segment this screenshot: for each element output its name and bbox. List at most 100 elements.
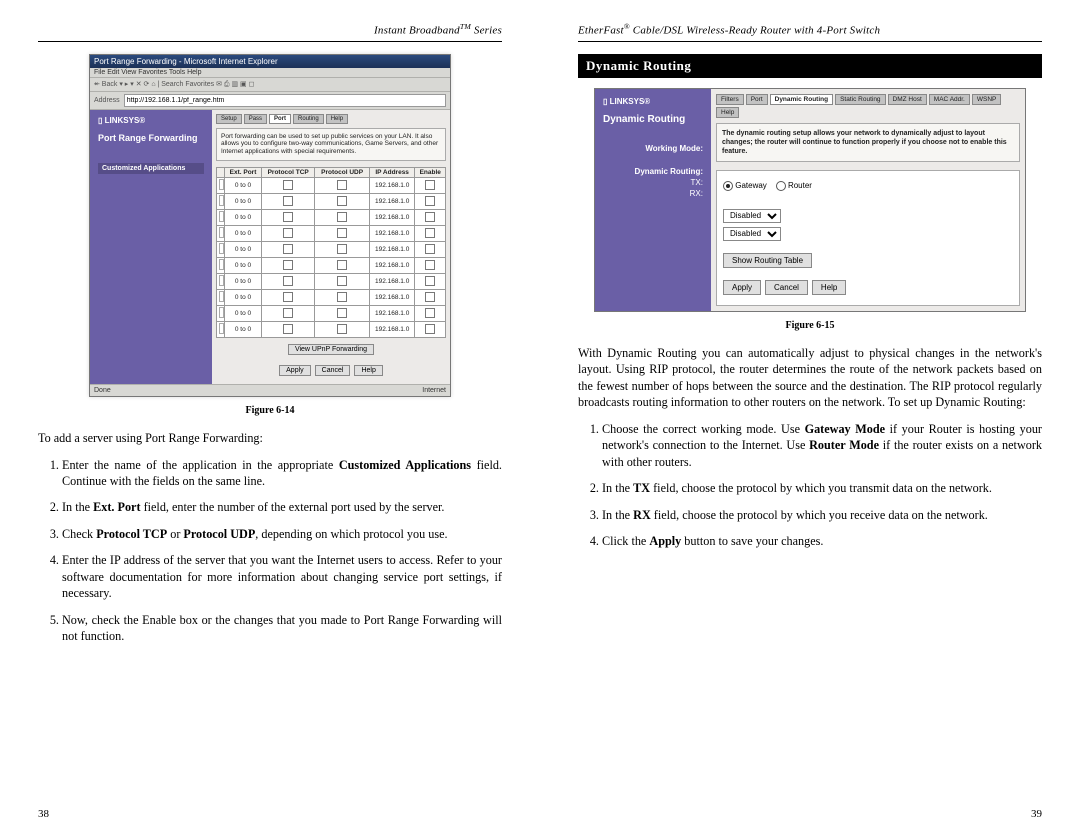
sidebar-stripe: Customized Applications: [98, 163, 204, 174]
tab-filters[interactable]: Filters: [716, 94, 744, 105]
series-heading: Instant BroadbandTM Series: [38, 22, 502, 37]
page-right: EtherFast® Cable/DSL Wireless-Ready Rout…: [540, 0, 1080, 834]
step-item: Choose the correct working mode. Use Gat…: [602, 421, 1042, 470]
column-header: IP Address: [369, 168, 415, 178]
udp-checkbox[interactable]: [337, 212, 347, 222]
router-main: SetupPassPortRoutingHelp Port forwarding…: [212, 110, 450, 384]
right-body: With Dynamic Routing you can automatical…: [578, 345, 1042, 411]
router-sidebar: ▯ LINKSYS® Port Range Forwarding Customi…: [90, 110, 212, 384]
rx-select[interactable]: Disabled: [723, 227, 781, 241]
tcp-checkbox[interactable]: [283, 308, 293, 318]
tx-select[interactable]: Disabled: [723, 209, 781, 223]
tab-port[interactable]: Port: [746, 94, 768, 105]
udp-checkbox[interactable]: [337, 196, 347, 206]
table-row: 0 to 0192.168.1.0: [217, 242, 446, 258]
tab-port[interactable]: Port: [269, 114, 291, 124]
rx-row: Disabled: [723, 227, 1013, 241]
view-upnp-button[interactable]: View UPnP Forwarding: [288, 344, 374, 355]
address-input[interactable]: [124, 94, 446, 107]
column-header: Enable: [415, 168, 446, 178]
udp-checkbox[interactable]: [337, 180, 347, 190]
figure-6-14-caption: Figure 6-14: [38, 405, 502, 416]
udp-checkbox[interactable]: [337, 324, 347, 334]
tab-setup[interactable]: Setup: [216, 114, 242, 124]
router-radio[interactable]: [776, 181, 786, 191]
app-name-input[interactable]: [219, 179, 224, 190]
tab-mac-addr-[interactable]: MAC Addr.: [929, 94, 970, 105]
apply-button[interactable]: Apply: [279, 365, 311, 376]
udp-checkbox[interactable]: [337, 260, 347, 270]
enable-checkbox[interactable]: [425, 324, 435, 334]
help-button[interactable]: Help: [812, 280, 846, 295]
table-row: 0 to 0192.168.1.0: [217, 290, 446, 306]
column-header: Protocol TCP: [261, 168, 315, 178]
gateway-radio[interactable]: [723, 181, 733, 191]
tcp-checkbox[interactable]: [283, 260, 293, 270]
app-name-input[interactable]: [219, 307, 224, 318]
show-routing-row: Show Routing Table: [723, 253, 1013, 268]
tab-dynamic-routing[interactable]: Dynamic Routing: [770, 94, 833, 105]
app-name-input[interactable]: [219, 259, 224, 270]
udp-checkbox[interactable]: [337, 228, 347, 238]
tab-wsnp[interactable]: WSNP: [972, 94, 1002, 105]
tx-label: TX:: [603, 178, 703, 187]
fig15-buttons: Apply Cancel Help: [723, 280, 1013, 295]
enable-checkbox[interactable]: [425, 196, 435, 206]
enable-checkbox[interactable]: [425, 308, 435, 318]
left-intro: To add a server using Port Range Forward…: [38, 430, 502, 446]
app-name-input[interactable]: [219, 275, 224, 286]
udp-checkbox[interactable]: [337, 292, 347, 302]
tab-help[interactable]: Help: [716, 107, 739, 118]
step-item: Enter the IP address of the server that …: [62, 552, 502, 601]
step-item: Check Protocol TCP or Protocol UDP, depe…: [62, 526, 502, 542]
browser-toolbar: ↞ Back ▾ ▸ ▾ ✕ ⟳ ⌂ | Search Favorites ✉ …: [90, 78, 450, 92]
tcp-checkbox[interactable]: [283, 180, 293, 190]
table-row: 0 to 0192.168.1.0: [217, 258, 446, 274]
cancel-button[interactable]: Cancel: [765, 280, 808, 295]
tcp-checkbox[interactable]: [283, 196, 293, 206]
tcp-checkbox[interactable]: [283, 292, 293, 302]
step-item: In the TX field, choose the protocol by …: [602, 480, 1042, 496]
tab-static-routing[interactable]: Static Routing: [835, 94, 885, 105]
show-routing-button[interactable]: Show Routing Table: [723, 253, 812, 268]
app-name-input[interactable]: [219, 211, 224, 222]
figure-6-14: Port Range Forwarding - Microsoft Intern…: [89, 54, 451, 397]
udp-checkbox[interactable]: [337, 276, 347, 286]
fig14-tabs: SetupPassPortRoutingHelp: [216, 114, 446, 124]
tcp-checkbox[interactable]: [283, 212, 293, 222]
app-name-input[interactable]: [219, 323, 224, 334]
udp-checkbox[interactable]: [337, 244, 347, 254]
address-label: Address: [94, 97, 120, 104]
tab-pass[interactable]: Pass: [244, 114, 267, 124]
enable-checkbox[interactable]: [425, 228, 435, 238]
enable-checkbox[interactable]: [425, 212, 435, 222]
brand-logo: ▯ LINKSYS®: [98, 116, 204, 125]
help-button[interactable]: Help: [354, 365, 382, 376]
apply-button[interactable]: Apply: [723, 280, 761, 295]
tab-routing[interactable]: Routing: [293, 114, 324, 124]
enable-checkbox[interactable]: [425, 276, 435, 286]
app-name-input[interactable]: [219, 291, 224, 302]
app-name-input[interactable]: [219, 195, 224, 206]
tcp-checkbox[interactable]: [283, 228, 293, 238]
table-row: 0 to 0192.168.1.0: [217, 194, 446, 210]
app-name-input[interactable]: [219, 227, 224, 238]
udp-checkbox[interactable]: [337, 308, 347, 318]
tab-help[interactable]: Help: [326, 114, 348, 124]
fig14-buttons: Apply CancelHelp: [216, 359, 446, 380]
left-steps: Enter the name of the application in the…: [38, 457, 502, 655]
tcp-checkbox[interactable]: [283, 276, 293, 286]
step-item: In the Ext. Port field, enter the number…: [62, 499, 502, 515]
fig15-tabs: FiltersPortDynamic RoutingStatic Routing…: [716, 94, 1020, 118]
enable-checkbox[interactable]: [425, 292, 435, 302]
enable-checkbox[interactable]: [425, 260, 435, 270]
tcp-checkbox[interactable]: [283, 324, 293, 334]
fig15-sidebar: ▯ LINKSYS® Dynamic Routing Working Mode:…: [595, 89, 711, 311]
enable-checkbox[interactable]: [425, 244, 435, 254]
fig14-description: Port forwarding can be used to set up pu…: [216, 128, 446, 161]
tab-dmz-host[interactable]: DMZ Host: [888, 94, 927, 105]
cancel-button[interactable]: Cancel: [315, 365, 351, 376]
tcp-checkbox[interactable]: [283, 244, 293, 254]
enable-checkbox[interactable]: [425, 180, 435, 190]
app-name-input[interactable]: [219, 243, 224, 254]
